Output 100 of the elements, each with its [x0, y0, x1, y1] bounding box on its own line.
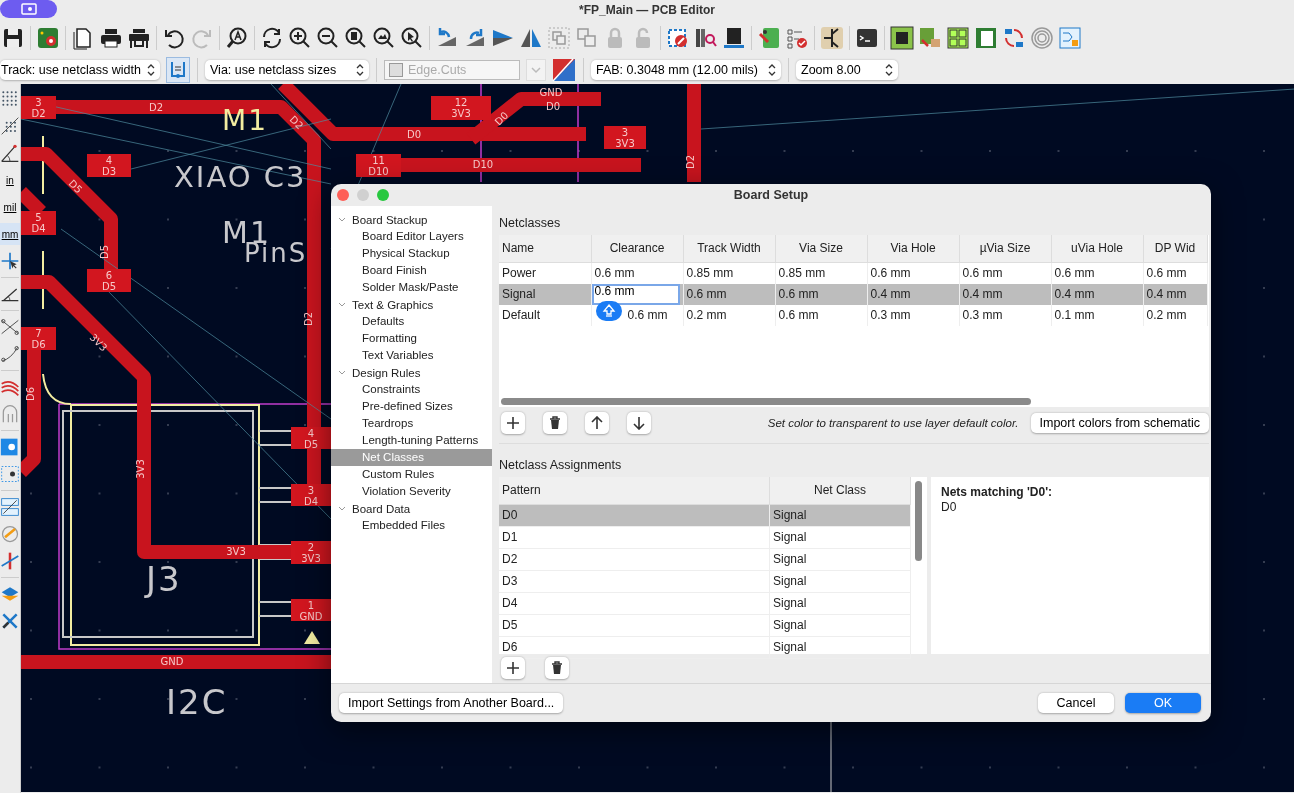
layer-pair-icon[interactable] [552, 58, 576, 82]
plotter-icon[interactable] [127, 26, 151, 50]
ratsnest-icon[interactable] [0, 316, 20, 338]
column-header[interactable]: Via Size [775, 234, 867, 263]
tree-item[interactable]: Constraints [331, 381, 492, 398]
tree-item[interactable]: Board Stackup [352, 213, 428, 226]
column-header[interactable]: Track Width [683, 234, 775, 263]
pad-icon[interactable] [0, 436, 20, 458]
track-width-dropdown[interactable]: Track: use netclass width [0, 60, 160, 80]
column-header[interactable]: Net Class [769, 476, 911, 505]
board-document-icon[interactable] [974, 26, 998, 50]
arrow-up-icon [590, 416, 604, 431]
save-icon[interactable] [1, 26, 25, 50]
tree-item[interactable]: Text & Graphics [352, 298, 434, 311]
pad[interactable] [21, 327, 56, 350]
grid-overlay-icon[interactable] [0, 115, 20, 137]
swap-icon[interactable] [1002, 26, 1026, 50]
zones-icon[interactable] [0, 496, 20, 518]
scrollbar[interactable] [915, 480, 922, 561]
import-colors-button[interactable]: Import colors from schematic [1030, 413, 1209, 434]
screen-share-button[interactable] [0, 0, 57, 18]
pad[interactable] [291, 541, 331, 564]
grid-dropdown[interactable]: FAB: 0.3048 mm (12.00 mils) [591, 60, 781, 80]
tree-item[interactable]: Solder Mask/Paste [331, 279, 492, 296]
pad[interactable] [604, 126, 646, 149]
zoom-cursor-icon[interactable] [400, 26, 424, 50]
tracks-outline-icon[interactable] [0, 403, 20, 425]
delete-button[interactable] [545, 657, 569, 680]
scrollbar[interactable] [501, 397, 1031, 405]
board-gear-icon[interactable] [36, 26, 60, 50]
terminal-icon[interactable] [855, 26, 879, 50]
checklist-icon[interactable] [785, 26, 809, 50]
tree-item[interactable]: Formatting [331, 330, 492, 347]
pad[interactable] [291, 427, 331, 449]
pad-outline-icon[interactable] [0, 463, 20, 485]
column-header[interactable]: DP Wid [1143, 234, 1207, 263]
units-button[interactable]: mil [0, 196, 20, 218]
cell-input-field[interactable]: 0.6 mm [591, 283, 680, 305]
tree-item[interactable]: Design Rules [352, 366, 421, 379]
pad[interactable] [291, 484, 331, 506]
units-button[interactable]: mm [0, 223, 20, 245]
tree-item[interactable]: Board Finish [331, 262, 492, 279]
section-title: Netclasses [499, 216, 562, 232]
tree-item[interactable]: Physical Stackup [331, 245, 492, 262]
move-down-button[interactable] [627, 412, 651, 435]
tree-item[interactable]: Embedded Files [331, 517, 492, 534]
tree-item[interactable]: Teardrops [331, 415, 492, 432]
pad[interactable] [21, 96, 56, 119]
tree-item[interactable]: Custom Rules [331, 466, 492, 483]
pad[interactable] [431, 96, 491, 120]
tree-item[interactable]: Length-tuning Patterns [331, 432, 492, 449]
cursor-icon[interactable] [0, 250, 20, 272]
ok-button[interactable]: OK [1125, 693, 1201, 713]
crossing-icon[interactable] [0, 550, 20, 572]
refresh-icon[interactable] [260, 26, 284, 50]
board-box-icon[interactable] [918, 26, 942, 50]
import-settings-button[interactable]: Import Settings from Another Board... [339, 693, 564, 713]
pad[interactable] [87, 269, 131, 292]
zoom-fit-icon[interactable] [344, 26, 368, 50]
tree-item[interactable]: Violation Severity [331, 483, 492, 500]
tree-item[interactable]: Text Variables [331, 347, 492, 364]
pad[interactable] [291, 599, 331, 621]
window-controls-icon[interactable] [337, 189, 389, 201]
pad[interactable] [356, 154, 401, 177]
units-button[interactable]: in [0, 169, 20, 191]
chip-frame-icon[interactable] [890, 26, 914, 50]
polar-icon[interactable] [0, 142, 20, 164]
column-header[interactable]: Clearance [591, 234, 683, 263]
tree-item[interactable]: Board Editor Layers [331, 228, 492, 245]
zoom-image-icon[interactable] [372, 26, 396, 50]
curved-ratsnest-icon[interactable] [0, 343, 20, 365]
board-arrow-icon[interactable] [757, 26, 781, 50]
library-search-icon[interactable] [694, 26, 718, 50]
column-header[interactable]: µVia Size [959, 234, 1051, 263]
cancel-button[interactable]: Cancel [1038, 693, 1114, 713]
zoom-in-icon[interactable] [288, 26, 312, 50]
column-header[interactable]: Name [499, 234, 591, 263]
delete-button[interactable] [543, 412, 567, 435]
tree-item[interactable]: Defaults [331, 313, 492, 330]
find-icon[interactable] [225, 26, 249, 50]
zoom-out-icon[interactable] [316, 26, 340, 50]
track-mode-icon[interactable] [166, 57, 190, 83]
add-button[interactable] [501, 657, 525, 680]
printer-icon[interactable] [99, 26, 123, 50]
blocks-icon[interactable] [946, 26, 970, 50]
add-button[interactable] [501, 412, 525, 435]
pad-label: D3 [101, 166, 117, 177]
via-size-dropdown[interactable]: Via: use netclass sizes [205, 60, 369, 80]
column-header[interactable]: Pattern [499, 476, 770, 505]
tree-item[interactable]: Board Data [352, 502, 411, 515]
column-header[interactable]: Via Hole [867, 234, 959, 263]
pad-label: 3 [621, 127, 629, 138]
chip-icon[interactable] [722, 26, 746, 50]
pad[interactable] [87, 154, 131, 177]
pad[interactable] [21, 211, 56, 235]
tree-item[interactable]: Pre-defined Sizes [331, 398, 492, 415]
column-header[interactable]: uVia Hole [1051, 234, 1143, 263]
transistor-icon[interactable] [820, 26, 844, 50]
zoom-dropdown[interactable]: Zoom 8.00 [796, 60, 898, 80]
move-up-button[interactable] [585, 412, 609, 435]
